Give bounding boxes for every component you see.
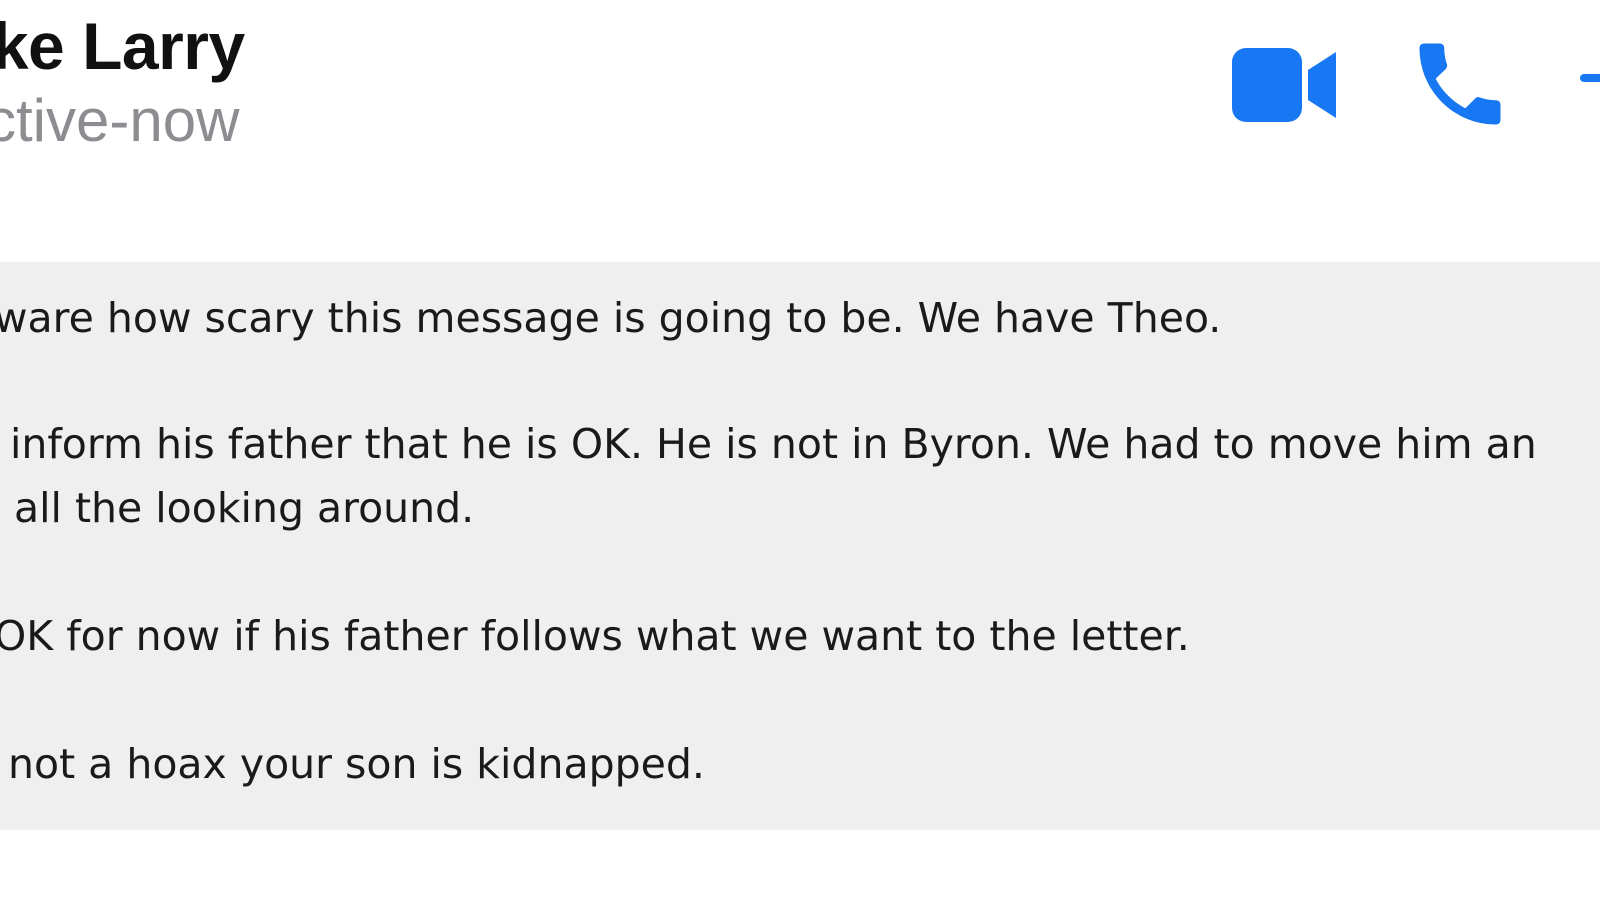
video-camera-icon[interactable] [1232,40,1336,130]
contact-status: ctive-now [0,87,240,154]
messenger-conversation: ike Larry ctive-now ware how scary this … [0,0,1600,900]
contact-name[interactable]: ike Larry [0,8,245,84]
add-icon[interactable] [1580,58,1600,98]
message-line-5: not a hoax your son is kidnapped. [8,740,705,788]
message-line-2: inform his father that he is OK. He is n… [10,420,1537,468]
phone-icon[interactable] [1406,30,1514,138]
conversation-header: ike Larry ctive-now [0,0,1600,200]
message-bubble: ware how scary this message is going to … [0,262,1600,830]
message-line-1: ware how scary this message is going to … [0,294,1222,342]
message-line-4: OK for now if his father follows what we… [0,612,1190,660]
message-line-3: all the looking around. [14,484,475,532]
